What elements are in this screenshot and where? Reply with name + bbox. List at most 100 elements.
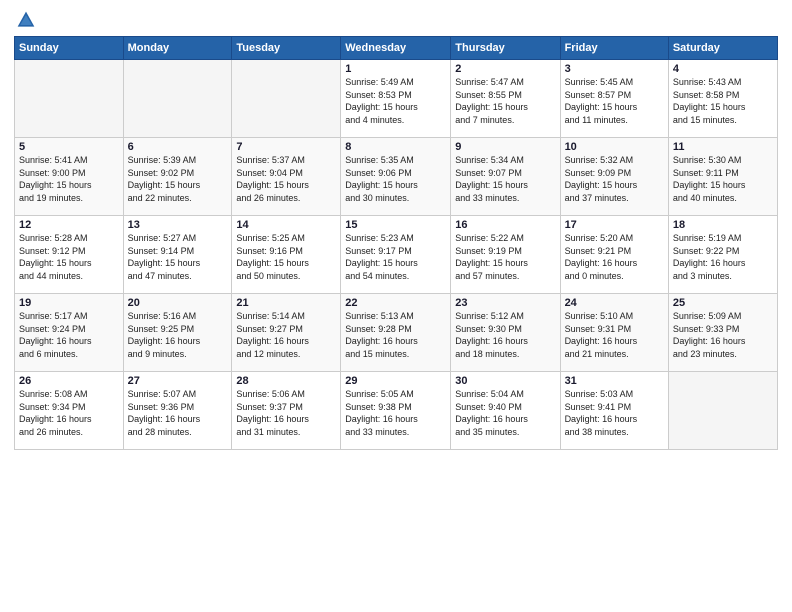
day-info: Sunrise: 5:23 AM Sunset: 9:17 PM Dayligh… <box>345 232 446 282</box>
calendar-cell: 5Sunrise: 5:41 AM Sunset: 9:00 PM Daylig… <box>15 138 124 216</box>
calendar-cell: 26Sunrise: 5:08 AM Sunset: 9:34 PM Dayli… <box>15 372 124 450</box>
day-number: 17 <box>565 219 664 231</box>
page-header <box>14 10 778 30</box>
calendar-cell <box>15 60 124 138</box>
calendar-cell: 2Sunrise: 5:47 AM Sunset: 8:55 PM Daylig… <box>451 60 560 138</box>
day-number: 29 <box>345 375 446 387</box>
day-info: Sunrise: 5:47 AM Sunset: 8:55 PM Dayligh… <box>455 76 555 126</box>
day-number: 9 <box>455 141 555 153</box>
calendar-week-3: 19Sunrise: 5:17 AM Sunset: 9:24 PM Dayli… <box>15 294 778 372</box>
day-number: 16 <box>455 219 555 231</box>
calendar-header-sunday: Sunday <box>15 37 124 60</box>
day-number: 15 <box>345 219 446 231</box>
day-number: 24 <box>565 297 664 309</box>
calendar-week-0: 1Sunrise: 5:49 AM Sunset: 8:53 PM Daylig… <box>15 60 778 138</box>
day-number: 11 <box>673 141 773 153</box>
logo <box>14 10 36 30</box>
day-number: 2 <box>455 63 555 75</box>
calendar-cell: 11Sunrise: 5:30 AM Sunset: 9:11 PM Dayli… <box>668 138 777 216</box>
day-info: Sunrise: 5:16 AM Sunset: 9:25 PM Dayligh… <box>128 310 228 360</box>
calendar-week-2: 12Sunrise: 5:28 AM Sunset: 9:12 PM Dayli… <box>15 216 778 294</box>
day-number: 25 <box>673 297 773 309</box>
day-info: Sunrise: 5:35 AM Sunset: 9:06 PM Dayligh… <box>345 154 446 204</box>
calendar-cell: 19Sunrise: 5:17 AM Sunset: 9:24 PM Dayli… <box>15 294 124 372</box>
day-number: 6 <box>128 141 228 153</box>
day-info: Sunrise: 5:28 AM Sunset: 9:12 PM Dayligh… <box>19 232 119 282</box>
day-info: Sunrise: 5:06 AM Sunset: 9:37 PM Dayligh… <box>236 388 336 438</box>
day-info: Sunrise: 5:37 AM Sunset: 9:04 PM Dayligh… <box>236 154 336 204</box>
day-number: 26 <box>19 375 119 387</box>
day-info: Sunrise: 5:04 AM Sunset: 9:40 PM Dayligh… <box>455 388 555 438</box>
calendar-header-saturday: Saturday <box>668 37 777 60</box>
calendar-cell: 7Sunrise: 5:37 AM Sunset: 9:04 PM Daylig… <box>232 138 341 216</box>
calendar-cell: 10Sunrise: 5:32 AM Sunset: 9:09 PM Dayli… <box>560 138 668 216</box>
day-info: Sunrise: 5:39 AM Sunset: 9:02 PM Dayligh… <box>128 154 228 204</box>
day-number: 3 <box>565 63 664 75</box>
day-info: Sunrise: 5:20 AM Sunset: 9:21 PM Dayligh… <box>565 232 664 282</box>
day-number: 5 <box>19 141 119 153</box>
calendar-cell: 28Sunrise: 5:06 AM Sunset: 9:37 PM Dayli… <box>232 372 341 450</box>
day-info: Sunrise: 5:32 AM Sunset: 9:09 PM Dayligh… <box>565 154 664 204</box>
day-info: Sunrise: 5:10 AM Sunset: 9:31 PM Dayligh… <box>565 310 664 360</box>
day-number: 13 <box>128 219 228 231</box>
day-number: 7 <box>236 141 336 153</box>
day-number: 10 <box>565 141 664 153</box>
calendar-cell: 4Sunrise: 5:43 AM Sunset: 8:58 PM Daylig… <box>668 60 777 138</box>
day-info: Sunrise: 5:45 AM Sunset: 8:57 PM Dayligh… <box>565 76 664 126</box>
calendar-cell: 22Sunrise: 5:13 AM Sunset: 9:28 PM Dayli… <box>341 294 451 372</box>
day-info: Sunrise: 5:09 AM Sunset: 9:33 PM Dayligh… <box>673 310 773 360</box>
day-info: Sunrise: 5:14 AM Sunset: 9:27 PM Dayligh… <box>236 310 336 360</box>
calendar-cell: 13Sunrise: 5:27 AM Sunset: 9:14 PM Dayli… <box>123 216 232 294</box>
day-info: Sunrise: 5:17 AM Sunset: 9:24 PM Dayligh… <box>19 310 119 360</box>
calendar-cell: 6Sunrise: 5:39 AM Sunset: 9:02 PM Daylig… <box>123 138 232 216</box>
calendar-header-row: SundayMondayTuesdayWednesdayThursdayFrid… <box>15 37 778 60</box>
day-number: 31 <box>565 375 664 387</box>
calendar-cell: 20Sunrise: 5:16 AM Sunset: 9:25 PM Dayli… <box>123 294 232 372</box>
day-number: 23 <box>455 297 555 309</box>
day-info: Sunrise: 5:49 AM Sunset: 8:53 PM Dayligh… <box>345 76 446 126</box>
day-info: Sunrise: 5:30 AM Sunset: 9:11 PM Dayligh… <box>673 154 773 204</box>
calendar-cell <box>232 60 341 138</box>
calendar-cell: 27Sunrise: 5:07 AM Sunset: 9:36 PM Dayli… <box>123 372 232 450</box>
calendar-cell: 21Sunrise: 5:14 AM Sunset: 9:27 PM Dayli… <box>232 294 341 372</box>
day-number: 8 <box>345 141 446 153</box>
day-info: Sunrise: 5:08 AM Sunset: 9:34 PM Dayligh… <box>19 388 119 438</box>
day-number: 1 <box>345 63 446 75</box>
day-number: 18 <box>673 219 773 231</box>
day-info: Sunrise: 5:43 AM Sunset: 8:58 PM Dayligh… <box>673 76 773 126</box>
calendar-cell <box>123 60 232 138</box>
calendar-header-monday: Monday <box>123 37 232 60</box>
calendar-header-tuesday: Tuesday <box>232 37 341 60</box>
day-number: 22 <box>345 297 446 309</box>
day-number: 19 <box>19 297 119 309</box>
calendar-cell: 31Sunrise: 5:03 AM Sunset: 9:41 PM Dayli… <box>560 372 668 450</box>
day-number: 28 <box>236 375 336 387</box>
day-info: Sunrise: 5:25 AM Sunset: 9:16 PM Dayligh… <box>236 232 336 282</box>
calendar-cell: 1Sunrise: 5:49 AM Sunset: 8:53 PM Daylig… <box>341 60 451 138</box>
calendar-header-wednesday: Wednesday <box>341 37 451 60</box>
day-number: 30 <box>455 375 555 387</box>
calendar-cell: 15Sunrise: 5:23 AM Sunset: 9:17 PM Dayli… <box>341 216 451 294</box>
logo-icon <box>16 10 36 30</box>
calendar-cell: 30Sunrise: 5:04 AM Sunset: 9:40 PM Dayli… <box>451 372 560 450</box>
calendar-cell: 25Sunrise: 5:09 AM Sunset: 9:33 PM Dayli… <box>668 294 777 372</box>
calendar-cell: 14Sunrise: 5:25 AM Sunset: 9:16 PM Dayli… <box>232 216 341 294</box>
calendar-cell: 23Sunrise: 5:12 AM Sunset: 9:30 PM Dayli… <box>451 294 560 372</box>
day-info: Sunrise: 5:07 AM Sunset: 9:36 PM Dayligh… <box>128 388 228 438</box>
calendar-table: SundayMondayTuesdayWednesdayThursdayFrid… <box>14 36 778 450</box>
calendar-cell: 16Sunrise: 5:22 AM Sunset: 9:19 PM Dayli… <box>451 216 560 294</box>
calendar-cell: 18Sunrise: 5:19 AM Sunset: 9:22 PM Dayli… <box>668 216 777 294</box>
calendar-cell: 12Sunrise: 5:28 AM Sunset: 9:12 PM Dayli… <box>15 216 124 294</box>
calendar-cell: 8Sunrise: 5:35 AM Sunset: 9:06 PM Daylig… <box>341 138 451 216</box>
day-info: Sunrise: 5:34 AM Sunset: 9:07 PM Dayligh… <box>455 154 555 204</box>
calendar-cell: 9Sunrise: 5:34 AM Sunset: 9:07 PM Daylig… <box>451 138 560 216</box>
calendar-header-thursday: Thursday <box>451 37 560 60</box>
day-info: Sunrise: 5:03 AM Sunset: 9:41 PM Dayligh… <box>565 388 664 438</box>
page-container: SundayMondayTuesdayWednesdayThursdayFrid… <box>0 0 792 460</box>
day-info: Sunrise: 5:19 AM Sunset: 9:22 PM Dayligh… <box>673 232 773 282</box>
day-info: Sunrise: 5:13 AM Sunset: 9:28 PM Dayligh… <box>345 310 446 360</box>
calendar-cell: 24Sunrise: 5:10 AM Sunset: 9:31 PM Dayli… <box>560 294 668 372</box>
calendar-cell: 3Sunrise: 5:45 AM Sunset: 8:57 PM Daylig… <box>560 60 668 138</box>
day-info: Sunrise: 5:41 AM Sunset: 9:00 PM Dayligh… <box>19 154 119 204</box>
day-info: Sunrise: 5:22 AM Sunset: 9:19 PM Dayligh… <box>455 232 555 282</box>
